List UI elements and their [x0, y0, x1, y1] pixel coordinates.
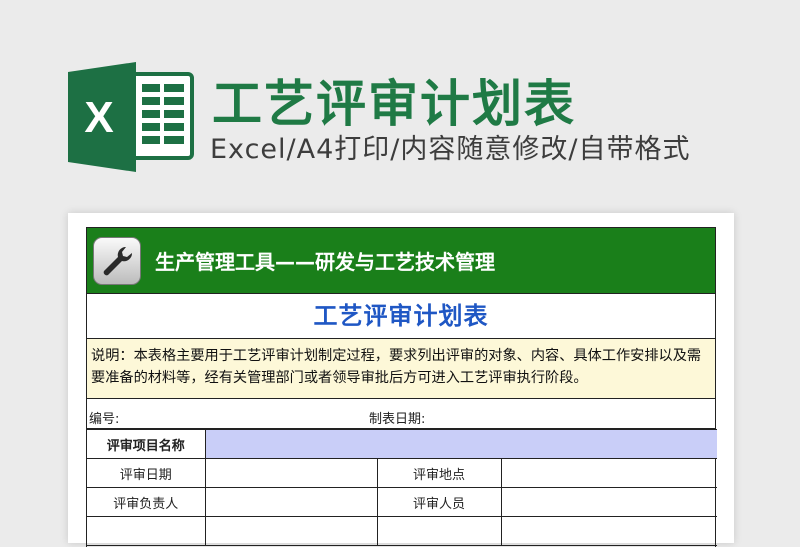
spreadsheet-sheet: 生产管理工具——研发与工艺技术管理 工艺评审计划表 说明：本表格主要用于工艺评审… — [86, 227, 718, 547]
sheet-title: 工艺评审计划表 — [87, 294, 715, 339]
table-row — [87, 516, 718, 546]
excel-logo-letter: X — [84, 93, 113, 142]
page-subtitle: Excel/A4打印/内容随意修改/自带格式 — [210, 134, 691, 165]
review-personnel-cell[interactable] — [500, 487, 718, 517]
review-date-label: 评审日期 — [87, 458, 206, 488]
review-personnel-label: 评审人员 — [376, 487, 502, 517]
review-table: 评审项目名称 评审日期 评审地点 评审负责人 评审人员 — [87, 429, 718, 546]
project-name-cell[interactable] — [204, 429, 718, 459]
document-preview: 生产管理工具——研发与工艺技术管理 工艺评审计划表 说明：本表格主要用于工艺评审… — [68, 213, 734, 547]
empty-cell[interactable] — [376, 516, 502, 546]
tool-banner: 生产管理工具——研发与工艺技术管理 — [87, 228, 715, 294]
review-location-label: 评审地点 — [376, 458, 502, 488]
review-responsible-cell[interactable] — [204, 487, 378, 517]
excel-logo-icon: X — [68, 62, 194, 172]
table-row: 评审日期 评审地点 — [87, 458, 718, 488]
table-row: 评审负责人 评审人员 — [87, 487, 718, 517]
description-text: 说明：本表格主要用于工艺评审计划制定过程，要求列出评审的对象、内容、具体工作安排… — [87, 339, 715, 399]
number-label: 编号: — [89, 412, 120, 427]
project-name-label: 评审项目名称 — [87, 429, 206, 459]
banner-title: 生产管理工具——研发与工艺技术管理 — [155, 250, 495, 274]
date-created-label: 制表日期: — [369, 412, 426, 427]
meta-row: 编号: 制表日期: — [87, 399, 715, 429]
wrench-icon — [93, 237, 141, 285]
review-location-cell[interactable] — [500, 458, 718, 488]
empty-cell[interactable] — [500, 516, 718, 546]
review-responsible-label: 评审负责人 — [87, 487, 206, 517]
empty-cell[interactable] — [204, 516, 378, 546]
table-row: 评审项目名称 — [87, 429, 718, 459]
page-title: 工艺评审计划表 — [212, 75, 576, 133]
review-date-cell[interactable] — [204, 458, 378, 488]
empty-cell[interactable] — [87, 516, 206, 546]
